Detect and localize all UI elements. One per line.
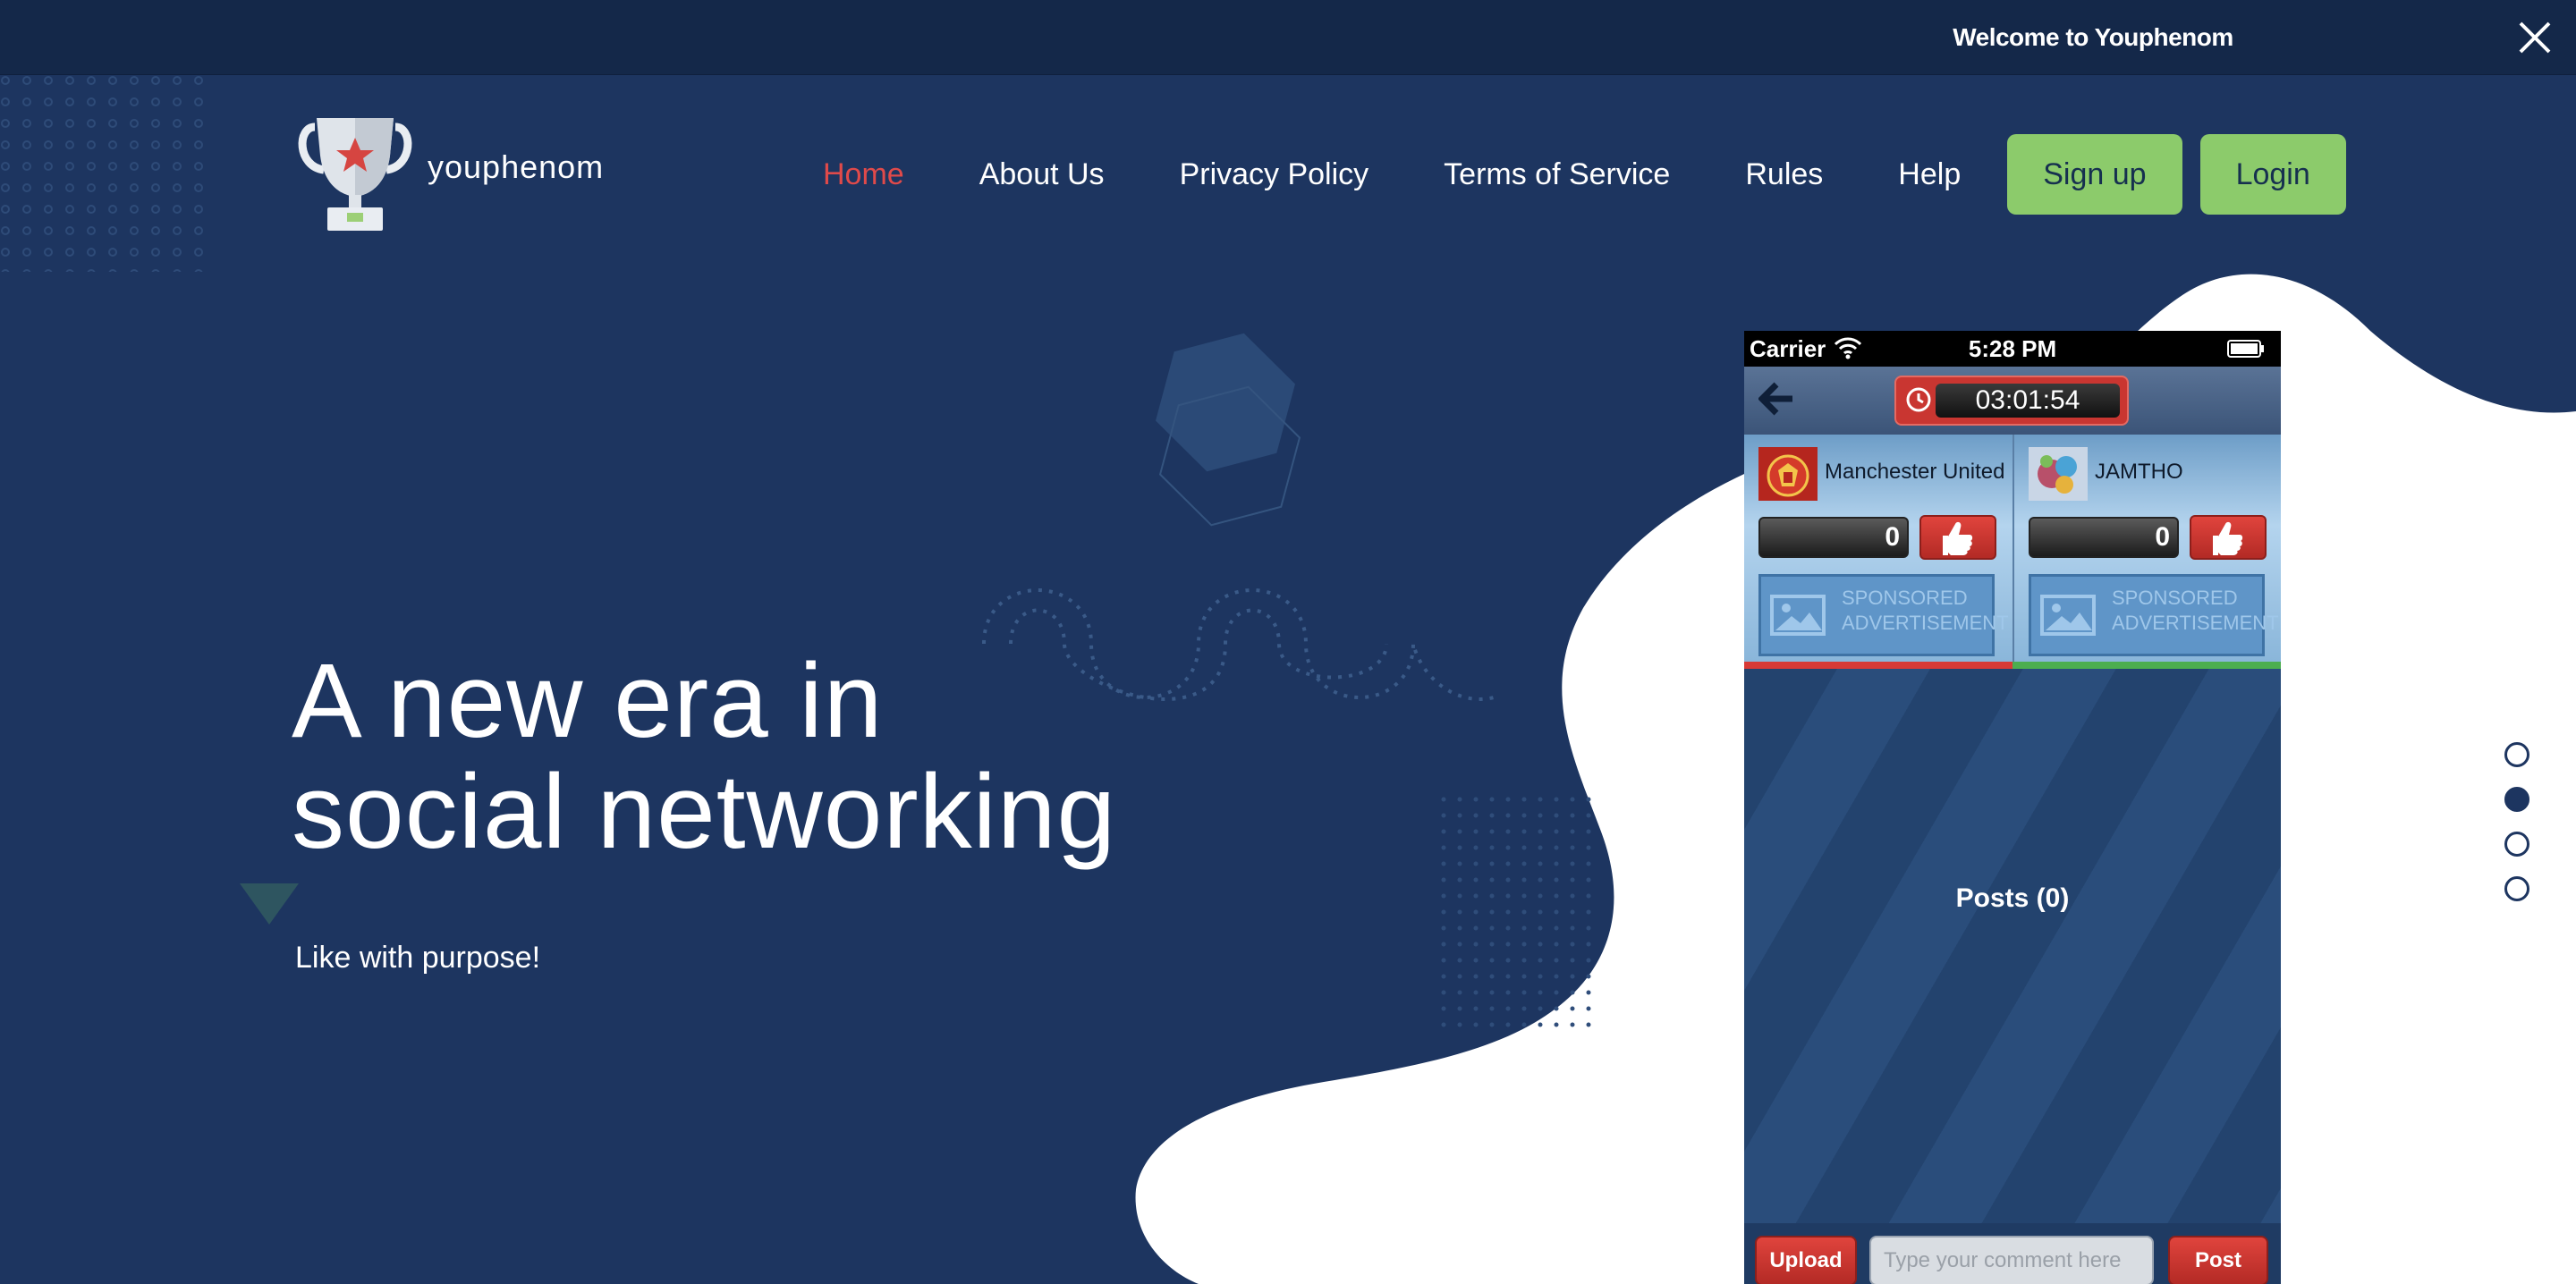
slide-pager — [2504, 742, 2533, 921]
pager-dot-2[interactable] — [2504, 787, 2529, 812]
posts-count-label: Posts (0) — [1955, 883, 2070, 913]
signup-button[interactable]: Sign up — [2007, 134, 2182, 215]
triangle-decoration — [240, 883, 299, 925]
login-button[interactable]: Login — [2199, 134, 2346, 215]
thumbs-up-icon — [1943, 521, 1973, 555]
clock-icon — [1906, 387, 1931, 412]
sponsored-ad[interactable]: SPONSORED ADVERTISEMENT — [1758, 574, 2009, 656]
hexagon-decoration — [1156, 333, 1301, 527]
pager-dot-4[interactable] — [2504, 876, 2529, 901]
countdown-timer: 03:01:54 — [1894, 376, 2129, 426]
team-name: JAMTHO — [2095, 460, 2183, 484]
like-button[interactable] — [1919, 515, 1996, 560]
dotted-grid-decoration — [0, 75, 215, 272]
close-button[interactable] — [2512, 14, 2558, 61]
page: Welcome to Youphenom youphenom Home Abou… — [0, 0, 2576, 1284]
jamtho-avatar-icon — [2029, 447, 2088, 501]
nav-privacy-policy[interactable]: Privacy Policy — [1180, 157, 1369, 192]
teams-panel: Manchester United 0 SPONSORED ADVERTISEM… — [1744, 435, 2281, 662]
sponsored-ad[interactable]: SPONSORED ADVERTISEMENT — [2029, 574, 2279, 656]
thumbs-up-icon — [2213, 521, 2243, 555]
posts-area: Posts (0) — [1744, 669, 2281, 1223]
pager-dot-3[interactable] — [2504, 832, 2529, 857]
brand-name: youphenom — [428, 148, 605, 185]
phone-mockup: Carrier 5:28 PM 03:01:54 Manchester Unit… — [1744, 331, 2281, 1284]
like-meter: 0 — [1758, 517, 1909, 558]
team-name: Manchester United — [1825, 460, 2005, 484]
brand-logo[interactable]: youphenom — [295, 114, 604, 232]
hero-subtitle: Like with purpose! — [295, 941, 541, 975]
back-arrow-icon — [1758, 382, 1792, 416]
comment-bar: Upload Post — [1744, 1229, 2281, 1284]
nav-about-us[interactable]: About Us — [979, 157, 1105, 192]
sponsored-label: SPONSORED — [2112, 587, 2238, 609]
image-placeholder-icon — [2040, 595, 2096, 636]
nav-rules[interactable]: Rules — [1745, 157, 1823, 192]
sponsored-ad-text: SPONSORED ADVERTISEMENT — [1842, 586, 2009, 636]
status-time: 5:28 PM — [1968, 335, 2057, 362]
team-1-bar — [1744, 662, 2012, 669]
phone-status-bar: Carrier 5:28 PM — [1744, 331, 2281, 367]
upload-button[interactable]: Upload — [1755, 1236, 1857, 1284]
hero-title-line1: A new era in — [292, 642, 884, 760]
close-icon — [2519, 21, 2551, 54]
timer-value: 03:01:54 — [1936, 384, 2120, 418]
manchester-united-crest-icon — [1758, 447, 1818, 501]
team-divider-bars — [1744, 662, 2281, 669]
back-button[interactable] — [1758, 379, 1794, 423]
like-count: 0 — [1885, 522, 1900, 552]
advertisement-label: ADVERTISEMENT — [1842, 612, 2009, 634]
welcome-text: Welcome to Youphenom — [1953, 23, 2233, 51]
main-nav: Home About Us Privacy Policy Terms of Se… — [823, 134, 2346, 215]
image-placeholder-icon — [1770, 595, 1826, 636]
welcome-bar: Welcome to Youphenom — [0, 0, 2576, 75]
team-card-2: JAMTHO 0 SPONSORED ADVERTISEMENT — [2012, 435, 2281, 662]
sponsored-label: SPONSORED — [1842, 587, 1968, 609]
hero-title-line2: social networking — [292, 753, 1117, 871]
team-2-bar — [2012, 662, 2281, 669]
trophy-icon — [298, 118, 412, 231]
pager-dot-1[interactable] — [2504, 742, 2529, 767]
like-meter: 0 — [2029, 517, 2179, 558]
battery-icon — [2227, 340, 2264, 358]
nav-help[interactable]: Help — [1898, 157, 1961, 192]
like-button[interactable] — [2190, 515, 2267, 560]
post-button[interactable]: Post — [2168, 1236, 2268, 1284]
sponsored-ad-text: SPONSORED ADVERTISEMENT — [2112, 586, 2279, 636]
hero-title: A new era in social networking — [292, 646, 1116, 867]
comment-input[interactable] — [1869, 1236, 2154, 1284]
nav-terms-of-service[interactable]: Terms of Service — [1444, 157, 1670, 192]
nav-home[interactable]: Home — [823, 157, 904, 192]
team-card-1: Manchester United 0 SPONSORED ADVERTISEM… — [1744, 435, 2012, 662]
advertisement-label: ADVERTISEMENT — [2112, 612, 2279, 634]
dotted-square-decoration — [1440, 796, 1601, 1028]
phone-nav-bar: 03:01:54 — [1744, 367, 2281, 435]
like-count: 0 — [2155, 522, 2170, 552]
